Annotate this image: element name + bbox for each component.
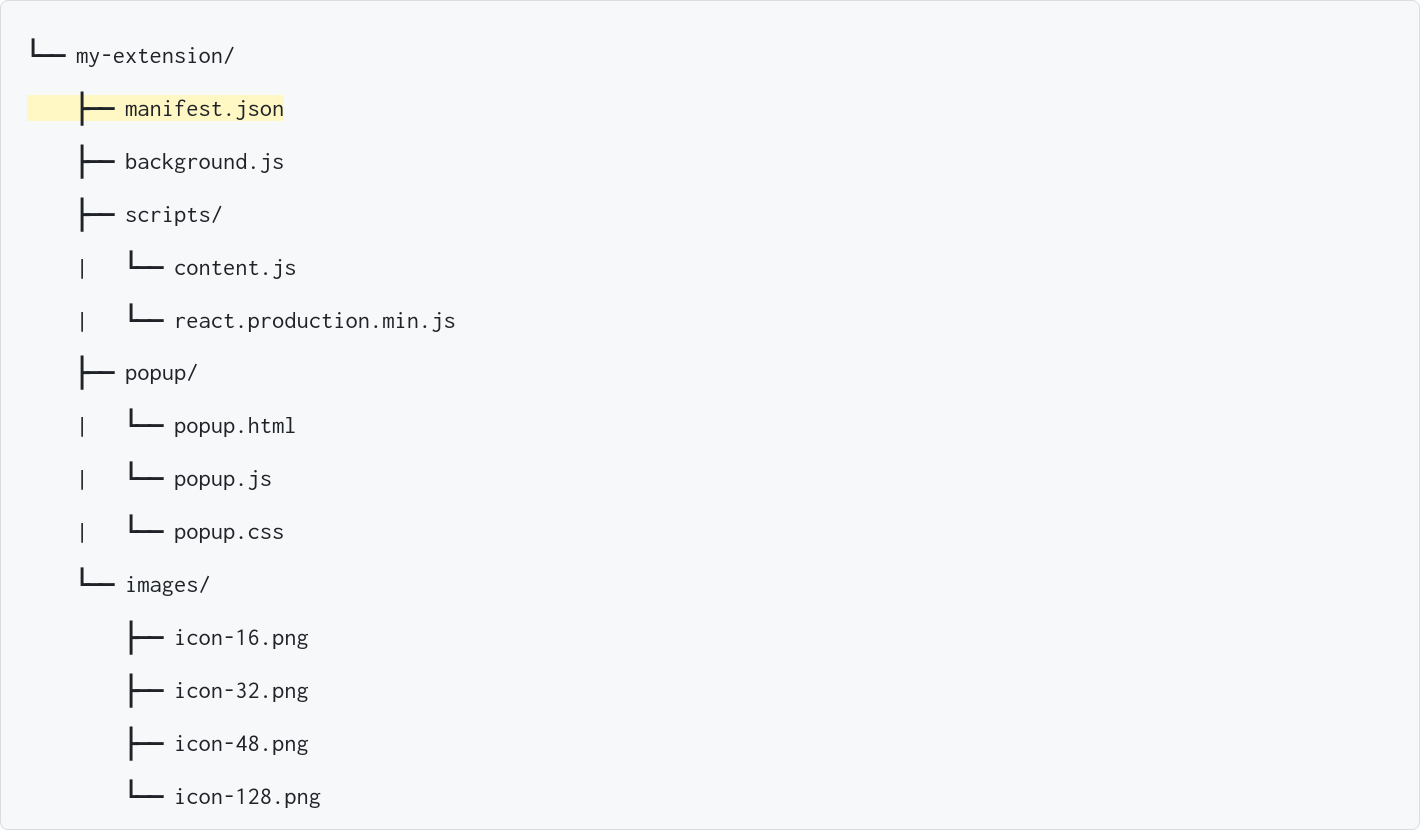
tree-node-name: icon-48.png: [174, 730, 309, 756]
tree-node-name: popup.css: [174, 518, 284, 544]
tree-line: | └── popup.css: [27, 505, 1393, 558]
tree-node-name: manifest.json: [125, 95, 284, 121]
tree-node-name: popup.js: [174, 465, 272, 491]
tree-line: └── my-extension/: [27, 29, 1393, 82]
tree-node-name: popup/: [125, 359, 199, 385]
tree-prefix: ├──: [27, 730, 174, 756]
tree-line-highlight: ├── manifest.json: [27, 95, 284, 121]
tree-prefix: ├──: [27, 95, 125, 121]
tree-line: └── icon-128.png: [27, 770, 1393, 823]
tree-node-name: my-extension/: [76, 42, 235, 68]
tree-prefix: └──: [27, 42, 76, 68]
tree-line: ├── icon-16.png: [27, 611, 1393, 664]
tree-prefix: ├──: [27, 201, 125, 227]
tree-line: ├── scripts/: [27, 188, 1393, 241]
tree-line: ├── icon-32.png: [27, 664, 1393, 717]
tree-line: | └── content.js: [27, 241, 1393, 294]
tree-prefix: ├──: [27, 359, 125, 385]
tree-node-name: popup.html: [174, 412, 297, 438]
tree-line: | └── popup.html: [27, 399, 1393, 452]
tree-prefix: ├──: [27, 624, 174, 650]
tree-line: ├── manifest.json: [27, 82, 1393, 135]
tree-node-name: content.js: [174, 254, 297, 280]
tree-node-name: background.js: [125, 148, 284, 174]
tree-node-name: icon-16.png: [174, 624, 309, 650]
tree-prefix: ├──: [27, 148, 125, 174]
tree-node-name: scripts/: [125, 201, 223, 227]
tree-line: ├── icon-48.png: [27, 717, 1393, 770]
tree-prefix: | └──: [27, 465, 174, 491]
tree-node-name: react.production.min.js: [174, 307, 456, 333]
tree-prefix: └──: [27, 783, 174, 809]
tree-prefix: | └──: [27, 518, 174, 544]
tree-line: └── images/: [27, 558, 1393, 611]
tree-line: ├── background.js: [27, 135, 1393, 188]
tree-prefix: ├──: [27, 677, 174, 703]
tree-line: | └── react.production.min.js: [27, 294, 1393, 347]
tree-node-name: icon-32.png: [174, 677, 309, 703]
tree-line: ├── popup/: [27, 346, 1393, 399]
directory-tree-block: └── my-extension/ ├── manifest.json ├── …: [0, 0, 1420, 830]
tree-node-name: icon-128.png: [174, 783, 321, 809]
tree-prefix: | └──: [27, 412, 174, 438]
tree-node-name: images/: [125, 571, 211, 597]
tree-prefix: └──: [27, 571, 125, 597]
tree-prefix: | └──: [27, 307, 174, 333]
tree-line: | └── popup.js: [27, 452, 1393, 505]
tree-prefix: | └──: [27, 254, 174, 280]
